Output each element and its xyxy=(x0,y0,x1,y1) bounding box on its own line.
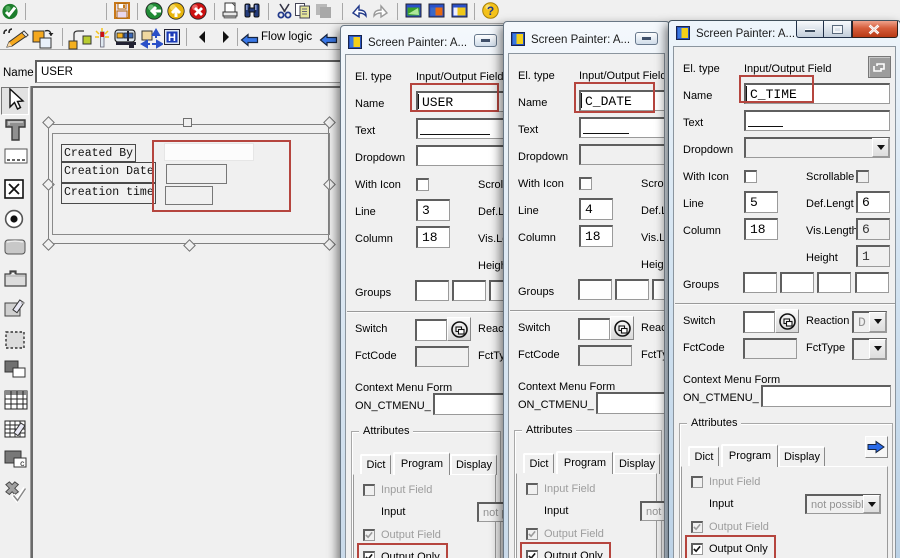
svg-text:?: ? xyxy=(487,4,494,18)
svg-text:c: c xyxy=(20,460,25,468)
svg-text:H: H xyxy=(168,32,176,44)
